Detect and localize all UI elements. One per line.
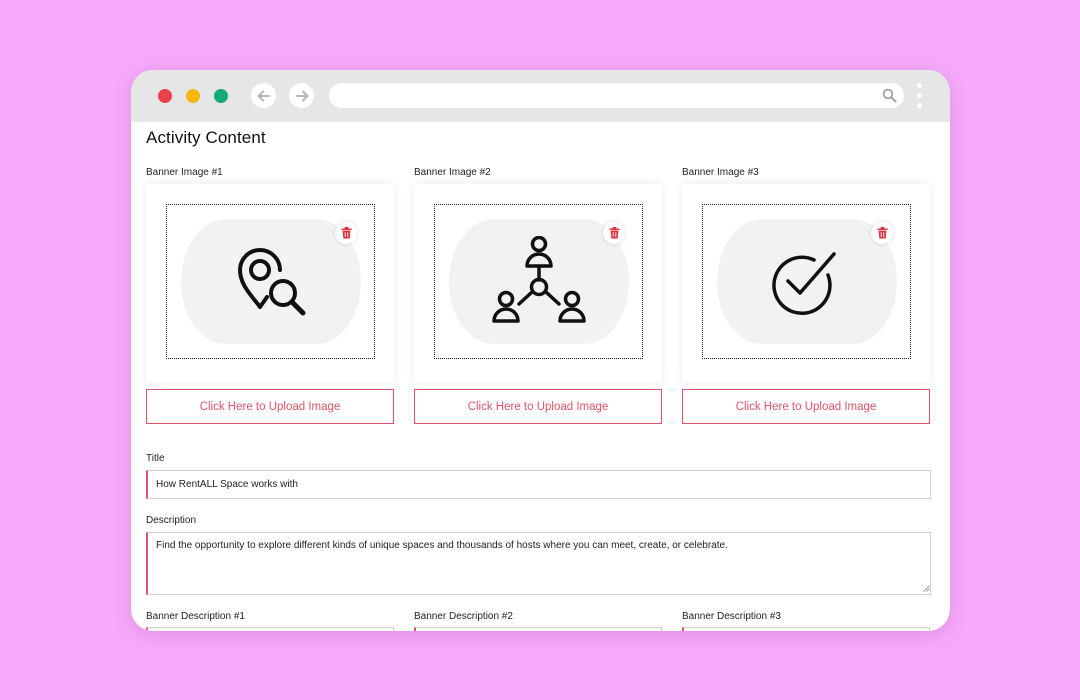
banner-image-1-card: [146, 184, 394, 382]
banner-description-3-label: Banner Description #3: [682, 611, 781, 622]
trash-icon: [877, 227, 887, 239]
delete-image-2-button[interactable]: [603, 222, 625, 244]
banner-image-3-preview: [717, 219, 897, 344]
banner-image-2-preview: [449, 219, 629, 344]
address-bar[interactable]: [329, 83, 904, 108]
banner-description-1-input[interactable]: [146, 627, 394, 631]
banner-description-1-label: Banner Description #1: [146, 611, 245, 622]
trash-icon: [341, 227, 351, 239]
close-window-dot[interactable]: [158, 89, 172, 103]
description-label: Description: [146, 515, 197, 526]
banner-image-2-label: Banner Image #2: [414, 167, 491, 178]
banner-image-3-label: Banner Image #3: [682, 167, 759, 178]
banner-description-3-input[interactable]: [682, 627, 930, 631]
browser-toolbar: [131, 70, 950, 122]
upload-image-1-button[interactable]: Click Here to Upload Image: [146, 389, 394, 424]
arrow-left-icon: [257, 90, 270, 101]
search-icon[interactable]: [882, 88, 897, 103]
banner-description-2-label: Banner Description #2: [414, 611, 513, 622]
title-input[interactable]: [146, 470, 931, 499]
banner-image-1-preview: [181, 219, 361, 344]
page-content: Activity Content Banner Image #1 Banner …: [131, 122, 950, 631]
upload-image-3-button[interactable]: Click Here to Upload Image: [682, 389, 930, 424]
minimize-window-dot[interactable]: [186, 89, 200, 103]
banner-image-3-card: [682, 184, 930, 382]
browser-window: Activity Content Banner Image #1 Banner …: [131, 70, 950, 631]
people-network-icon: [492, 235, 586, 323]
forward-button[interactable]: [289, 83, 314, 108]
banner-image-3-dropzone[interactable]: [702, 204, 911, 359]
delete-image-3-button[interactable]: [871, 222, 893, 244]
arrow-right-icon: [295, 90, 308, 101]
page-title: Activity Content: [146, 128, 266, 147]
banner-image-2-card: [414, 184, 662, 382]
back-button[interactable]: [251, 83, 276, 108]
title-label: Title: [146, 453, 165, 464]
trash-icon: [609, 227, 619, 239]
maximize-window-dot[interactable]: [214, 89, 228, 103]
description-textarea[interactable]: Find the opportunity to explore differen…: [146, 532, 931, 595]
location-search-icon: [237, 247, 306, 315]
banner-image-1-dropzone[interactable]: [166, 204, 375, 359]
upload-image-2-button[interactable]: Click Here to Upload Image: [414, 389, 662, 424]
more-options-icon[interactable]: [917, 83, 923, 111]
delete-image-1-button[interactable]: [335, 222, 357, 244]
banner-description-2-input[interactable]: [414, 627, 662, 631]
check-circle-icon: [772, 251, 836, 315]
banner-image-1-label: Banner Image #1: [146, 167, 223, 178]
banner-image-2-dropzone[interactable]: [434, 204, 643, 359]
resize-grip-icon[interactable]: [923, 585, 930, 592]
